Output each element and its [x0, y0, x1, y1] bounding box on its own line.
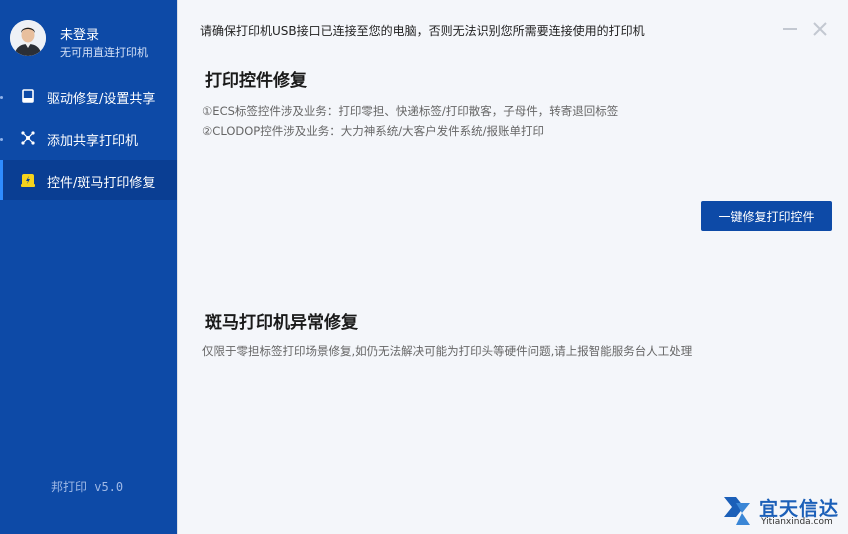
minimize-icon [781, 23, 799, 42]
usb-notice: 请确保打印机USB接口已连接至您的电脑，否则无法识别您所需要连接使用的打印机 [200, 24, 645, 38]
app-version: 邦打印 v5.0 [51, 480, 124, 494]
watermark-logo-icon [722, 493, 754, 527]
watermark-url: Yitianxinda.com [761, 517, 833, 527]
sidebar: 未登录 无可用直连打印机 驱动修复/设置共享 添加共享打印机 控件/斑马打印修复… [0, 0, 177, 534]
section-title-zebra-repair: 斑马打印机异常修复 [205, 313, 358, 333]
section-title-control-repair: 打印控件修复 [205, 71, 307, 91]
main-panel: 请确保打印机USB接口已连接至您的电脑，否则无法识别您所需要连接使用的打印机 打… [177, 0, 848, 534]
user-name: 未登录 [60, 28, 100, 43]
repair-control-button[interactable]: 一键修复打印控件 [701, 201, 832, 231]
avatar[interactable] [10, 20, 46, 56]
close-icon [811, 22, 829, 42]
sidebar-item-driver-repair[interactable]: 驱动修复/设置共享 [0, 76, 177, 116]
minimize-button[interactable] [781, 20, 799, 38]
printer-status: 无可用直连打印机 [60, 46, 148, 59]
section-desc-line: ①ECS标签控件涉及业务：打印零担、快递标签/打印散客，子母件，转寄退回标签 [202, 104, 619, 118]
sidebar-item-add-shared-printer[interactable]: 添加共享打印机 [0, 118, 177, 158]
repair-icon [20, 172, 36, 188]
sidebar-item-label: 驱动修复/设置共享 [47, 92, 156, 107]
close-button[interactable] [811, 20, 829, 38]
network-icon [20, 130, 36, 146]
sidebar-item-control-repair[interactable]: 控件/斑马打印修复 [0, 160, 177, 200]
section-desc-line: 仅限于零担标签打印场景修复,如仍无法解决可能为打印头等硬件问题,请上报智能服务台… [202, 344, 693, 358]
printer-icon [20, 88, 36, 104]
watermark: 宜天信达 Yitianxinda.com [722, 493, 846, 531]
sidebar-item-label: 控件/斑马打印修复 [47, 176, 156, 191]
user-profile[interactable]: 未登录 无可用直连打印机 [0, 0, 177, 72]
sidebar-item-label: 添加共享打印机 [47, 134, 139, 149]
section-desc-line: ②CLODOP控件涉及业务：大力神系统/大客户发件系统/报账单打印 [202, 124, 544, 138]
